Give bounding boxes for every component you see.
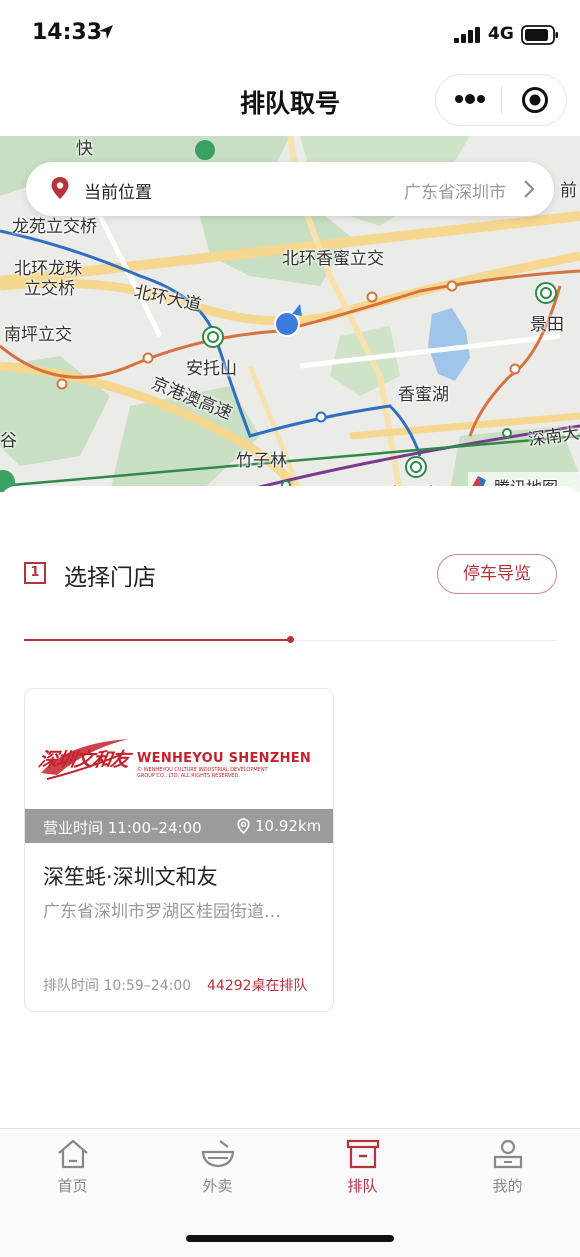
queue-time: 排队时间 10:59–24:00 <box>43 978 192 994</box>
nav-bar: 排队取号 <box>0 66 580 136</box>
map-label: 北环香蜜立交 <box>282 249 384 269</box>
location-pin-icon <box>51 177 69 199</box>
capsule-divider <box>501 87 502 113</box>
battery-icon <box>521 25 558 45</box>
tab-label: 首页 <box>57 1177 88 1195</box>
profile-icon <box>493 1139 522 1169</box>
signal-icon <box>454 27 480 43</box>
step-number-badge: 1 <box>24 562 46 584</box>
miniprogram-capsule <box>435 74 567 126</box>
business-hours: 营业时间 11:00–24:00 <box>43 819 202 837</box>
map-label: 谷 <box>0 431 17 451</box>
content-sheet: 1 选择门店 停车导览 深圳文和友 WENHEYOU SHENZHEN © WE… <box>0 486 580 1128</box>
takeout-bowl-icon <box>201 1140 234 1168</box>
store-distance: 10.92km <box>255 817 322 835</box>
store-logo: 深圳文和友 WENHEYOU SHENZHEN © WENHEYOU CULTU… <box>25 689 333 809</box>
store-card[interactable]: 深圳文和友 WENHEYOU SHENZHEN © WENHEYOU CULTU… <box>24 688 334 1012</box>
more-icon[interactable] <box>454 92 486 106</box>
current-location-bar[interactable]: 当前位置 广东省深圳市 <box>26 162 554 216</box>
chevron-right-icon <box>524 180 534 198</box>
status-bar: 14:33 4G <box>0 0 580 66</box>
map-label: 前 <box>560 181 577 201</box>
parking-guide-button[interactable]: 停车导览 <box>437 554 557 594</box>
step-progress-dot <box>287 636 294 643</box>
tab-queue[interactable]: 排队 <box>290 1139 435 1209</box>
map-label: 快 <box>76 139 93 159</box>
home-indicator <box>186 1235 394 1242</box>
queue-ticket-icon <box>346 1139 379 1169</box>
tab-label: 外卖 <box>202 1177 233 1195</box>
section-title: 选择门店 <box>64 565 156 591</box>
store-info-strip: 营业时间 11:00–24:00 10.92km <box>25 809 333 843</box>
tab-home[interactable]: 首页 <box>0 1139 145 1209</box>
home-icon <box>57 1139 88 1169</box>
step-progress-fill <box>24 639 290 641</box>
map-label: 香蜜湖 <box>398 385 449 405</box>
tab-profile[interactable]: 我的 <box>435 1139 580 1209</box>
status-time: 14:33 <box>32 20 103 45</box>
map-label: 立交桥 <box>24 279 75 299</box>
location-value: 广东省深圳市 <box>404 183 506 203</box>
map-label: 南坪立交 <box>4 325 72 345</box>
tab-takeout[interactable]: 外卖 <box>145 1139 290 1209</box>
map-label: 竹子林 <box>236 451 287 471</box>
store-address: 广东省深圳市罗湖区桂园街道… <box>43 902 281 922</box>
network-type: 4G <box>488 24 514 44</box>
queue-count: 44292桌在排队 <box>207 978 308 994</box>
tab-label: 排队 <box>347 1177 378 1195</box>
logo-text-en: WENHEYOU SHENZHEN <box>137 751 312 766</box>
map-label: 安托山 <box>186 359 237 379</box>
store-name: 深笙蚝·深圳文和友 <box>43 865 218 889</box>
logo-text-cn: 深圳文和友 <box>36 749 131 771</box>
location-label: 当前位置 <box>84 183 152 203</box>
logo-subtext: GROUP CO., LTD. ALL RIGHTS RESERVED. <box>137 773 240 779</box>
tab-label: 我的 <box>492 1177 523 1195</box>
map-label: 景田 <box>530 315 564 335</box>
close-miniprogram-icon[interactable] <box>521 86 549 114</box>
location-arrow-icon <box>99 25 113 39</box>
distance-pin-icon <box>237 818 250 834</box>
